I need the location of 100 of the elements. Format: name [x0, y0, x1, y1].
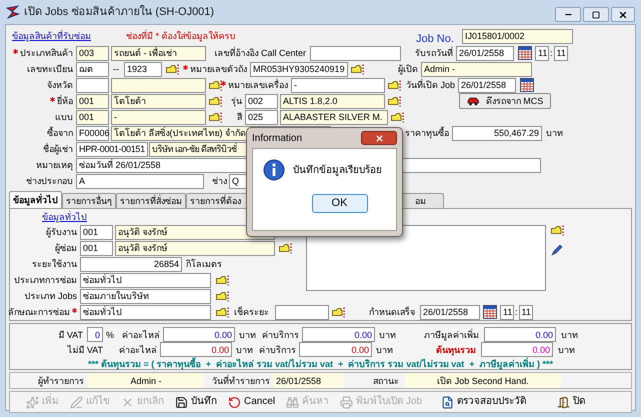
tab[interactable]: รายการอื่นๆ	[62, 193, 116, 208]
text-field[interactable]: 001	[80, 224, 113, 240]
text-field[interactable]: Admin -	[88, 373, 204, 388]
text-field[interactable]: A	[76, 174, 204, 188]
text-field[interactable]: เปิด Job Second Hand.	[405, 373, 561, 388]
text-field[interactable]: -	[111, 110, 206, 124]
add-icon	[26, 396, 39, 408]
toolbar-button[interactable]: ปิด	[553, 392, 590, 412]
save-icon	[175, 396, 188, 408]
text-field[interactable]	[76, 78, 109, 92]
text-field[interactable]: 0.00	[299, 342, 372, 357]
ok-button[interactable]: OK	[312, 194, 368, 213]
notes-textarea[interactable]	[306, 225, 546, 291]
text-field[interactable]: MR053HY9305240919	[250, 62, 348, 76]
text-field[interactable]: ซ่อมทั่วไป	[80, 304, 211, 320]
text-field[interactable]: 001	[80, 240, 113, 256]
field-label: ผู้ทำรายการ	[38, 374, 84, 386]
toolbar-button[interactable]: บันทึก	[171, 392, 221, 412]
text-field[interactable]: 26/01/2558	[458, 78, 516, 92]
text-field[interactable]: 11	[518, 304, 533, 320]
text-field[interactable]: ฌต	[76, 62, 109, 76]
text-field[interactable]: 001	[76, 110, 109, 124]
text-field[interactable]: 26/01/2558	[274, 373, 344, 388]
text-field[interactable]: 26854	[80, 256, 182, 272]
close-button[interactable]	[611, 7, 635, 22]
pen-icon[interactable]	[551, 244, 563, 256]
text-field[interactable]: อนุวัติ จงรักษ์	[115, 240, 275, 256]
text-field[interactable]: 0	[87, 327, 103, 342]
text-field[interactable]	[310, 46, 401, 60]
field-label: เลขทะเบียน	[27, 63, 73, 75]
unit-label: %	[106, 328, 116, 340]
field-label: วันที่เปิด Job	[406, 79, 455, 91]
text-field[interactable]: F00006	[76, 126, 109, 140]
text-field[interactable]: 025	[245, 110, 278, 124]
cancel-icon	[228, 396, 241, 408]
text-field[interactable]: 11	[554, 46, 568, 60]
text-field[interactable]: 11	[535, 46, 549, 60]
tab[interactable]: ข้อมูลทั่วไป	[9, 191, 62, 208]
text-field[interactable]: โตโยต้า	[111, 94, 206, 108]
field-label: ผู้เปิด	[398, 63, 418, 75]
fetch-mcs-button[interactable]: ดึงรถจาก MCS	[459, 93, 551, 109]
text-field[interactable]: ALABASTER SILVER M.	[280, 110, 388, 124]
text-field[interactable]: รถยนต์ - เพื่อเช่า	[111, 46, 206, 60]
field-label: ภาษีมูลค่าเพิ่ม	[424, 328, 479, 340]
unit-label: บาท	[236, 344, 254, 356]
field-label: สถานะ	[373, 374, 399, 386]
dialog-close-button[interactable]	[361, 131, 397, 145]
calendar-icon[interactable]	[520, 78, 534, 92]
text-field[interactable]: 1923	[124, 62, 162, 76]
text-field[interactable]: 003	[76, 46, 109, 60]
field-label: รุ่น	[231, 95, 242, 107]
text-field[interactable]: 550,467.29	[452, 126, 542, 140]
text-field[interactable]	[275, 304, 329, 320]
text-field[interactable]: HPR-0001-00151	[76, 142, 148, 156]
text-field[interactable]: 26/01/2558	[456, 46, 514, 60]
separator-text: --	[113, 63, 120, 75]
field-label: ค่าบริการ	[259, 344, 296, 356]
maximize-icon	[592, 10, 600, 18]
field-label: ประเภทการซ่อม	[14, 274, 77, 286]
app-logo-icon	[6, 5, 20, 19]
text-field[interactable]: 26/01/2558	[420, 304, 480, 320]
text-field[interactable]: -	[291, 78, 385, 92]
field-label: หมายเลขตัวถัง	[190, 63, 247, 75]
text-field[interactable]: ซ่อมภายในบริษัท	[80, 288, 211, 304]
time-separator: :	[550, 47, 553, 59]
field-label: จังหวัด	[47, 79, 73, 91]
field-label: แบบ	[55, 111, 73, 123]
info-icon	[263, 159, 285, 181]
field-label: ต้นทุนรวม	[436, 344, 476, 356]
calendar-icon[interactable]	[518, 46, 532, 60]
required-note: ช่องที่มี * ต้องใส่ข้อมูลให้ครบ	[126, 30, 237, 42]
text-field[interactable]: 0.00	[163, 327, 235, 342]
text-field[interactable]: 11	[500, 304, 514, 320]
time-separator: :	[515, 306, 518, 318]
field-label: เช็คระยะ	[234, 306, 269, 318]
edit-icon	[70, 396, 83, 408]
maximize-button[interactable]	[583, 7, 609, 22]
calendar-icon[interactable]	[483, 305, 497, 319]
text-field[interactable]: ซ่อมทั่วไป	[80, 272, 211, 288]
field-label: ชื่อผู้เช่า	[43, 143, 73, 155]
field-label: ประเภทสินค้า	[20, 47, 73, 59]
window-title: เปิด Jobs ซ่อมสินค้าภายใน (SH-OJ001)	[24, 4, 214, 20]
section-link[interactable]: ข้อมูลทั่วไป	[42, 211, 102, 223]
text-field[interactable]: 0.00	[160, 342, 232, 357]
text-field[interactable]	[111, 78, 206, 92]
tab[interactable]: อม	[400, 193, 444, 208]
toolbar-button[interactable]: ตรวจสอบประวัติ	[437, 392, 530, 412]
text-field[interactable]: 001	[76, 94, 109, 108]
text-field[interactable]: 0.00	[484, 327, 556, 342]
text-field[interactable]: 0.00	[302, 327, 375, 342]
text-field[interactable]: 002	[245, 94, 278, 108]
text-field[interactable]: IJ015801/0002	[462, 28, 573, 44]
text-field[interactable]: 0.00	[481, 342, 553, 357]
section-link[interactable]: ข้อมูลสินค้าที่รับซ่อม	[12, 30, 112, 42]
field-label: ช่าง	[212, 175, 227, 187]
field-label: วันที่ทำรายการ	[212, 374, 270, 386]
toolbar-button[interactable]: Cancel	[224, 392, 280, 412]
text-field[interactable]: ALTIS 1.8,2.0	[280, 94, 385, 108]
tab[interactable]: รายการที่สั่งซ่อม	[116, 193, 186, 208]
text-field[interactable]: Admin -	[421, 62, 532, 76]
